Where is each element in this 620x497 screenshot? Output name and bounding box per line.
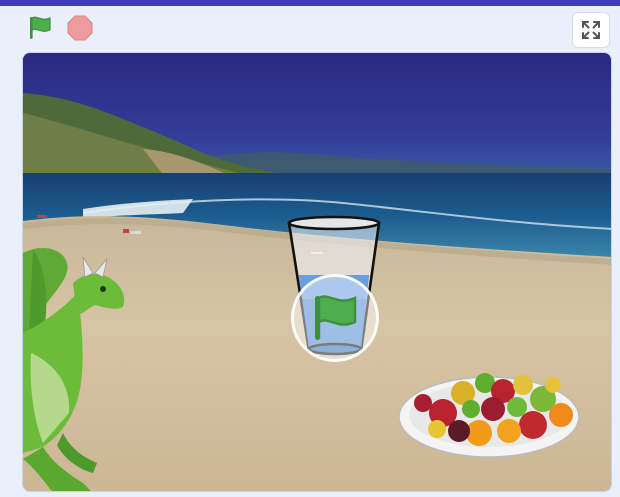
green-flag-icon [315,295,357,340]
stop-sign-icon [67,15,93,41]
fullscreen-button[interactable] [572,12,610,48]
green-flag-icon [30,16,51,39]
green-flag-button[interactable] [24,12,56,44]
stop-button[interactable] [64,12,96,44]
fullscreen-icon [582,21,600,39]
stage-toolbar [0,6,620,48]
stage-canvas[interactable] [22,52,612,492]
start-overlay-button[interactable] [291,274,379,362]
